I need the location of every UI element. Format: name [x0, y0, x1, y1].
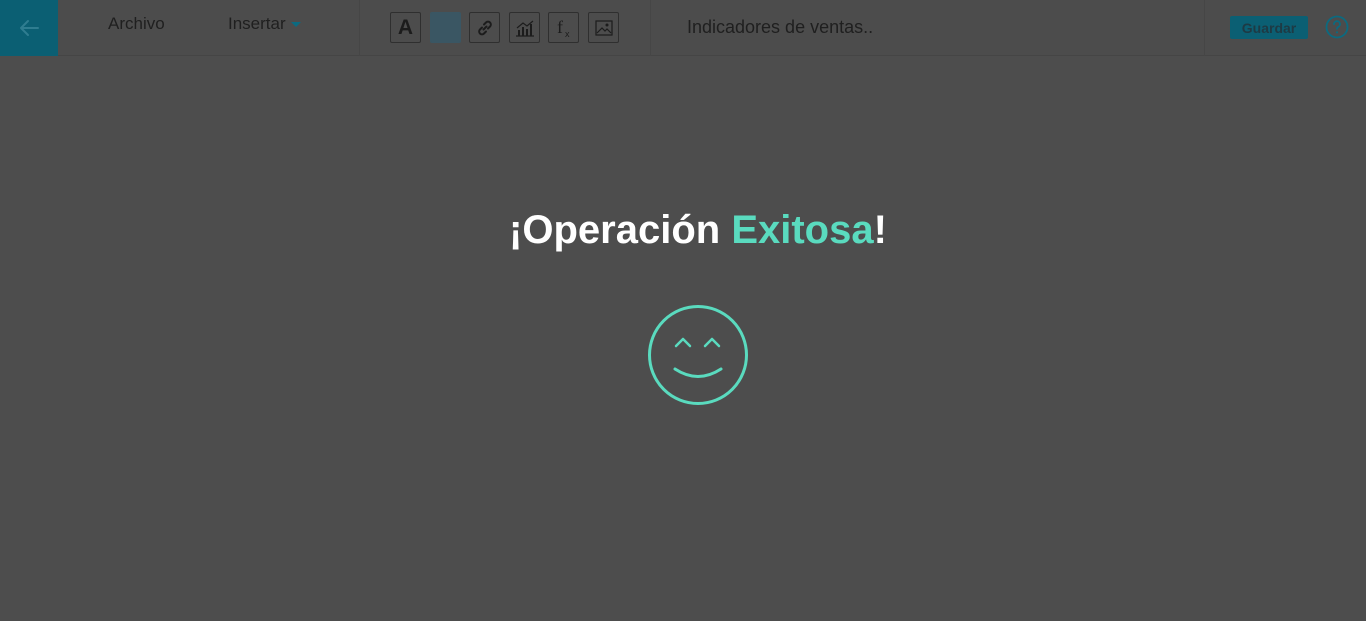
toolbar: Archivo Insertar A f x Indicadores de ve… — [0, 0, 1366, 56]
back-button[interactable] — [0, 0, 58, 56]
smiley-icon — [648, 305, 748, 405]
help-icon — [1325, 15, 1349, 39]
success-message-suffix: ! — [873, 208, 887, 252]
image-icon — [594, 19, 613, 36]
text-format-button[interactable]: A — [390, 12, 421, 43]
function-icon: f x — [557, 17, 570, 39]
toolbar-divider — [359, 0, 360, 56]
chart-icon — [515, 20, 534, 37]
link-button[interactable] — [469, 12, 500, 43]
success-message-highlight: Exitosa — [731, 208, 874, 252]
help-button[interactable] — [1325, 15, 1349, 39]
success-message: ¡Operación Exitosa! — [0, 208, 1366, 253]
save-button-label: Guardar — [1241, 19, 1297, 36]
success-message-prefix: ¡Operación — [509, 208, 732, 252]
menu-insertar[interactable]: Insertar — [228, 14, 301, 34]
toolbar-divider — [1204, 0, 1205, 56]
link-icon — [477, 20, 492, 35]
save-button[interactable]: Guardar — [1230, 16, 1308, 39]
color-swatch-button[interactable] — [430, 12, 461, 43]
text-format-icon: A — [397, 15, 414, 39]
svg-text:x: x — [565, 29, 570, 39]
menu-insertar-label: Insertar — [228, 14, 286, 33]
toolbar-divider — [650, 0, 651, 56]
caret-down-icon — [290, 22, 301, 28]
chart-button[interactable] — [509, 12, 540, 43]
image-button[interactable] — [588, 12, 619, 43]
menu-archivo-label: Archivo — [108, 14, 165, 33]
svg-text:f: f — [557, 17, 563, 37]
back-arrow-icon — [20, 20, 39, 36]
document-title[interactable]: Indicadores de ventas.. — [687, 17, 873, 38]
menu-archivo[interactable]: Archivo — [108, 14, 165, 34]
function-button[interactable]: f x — [548, 12, 579, 43]
